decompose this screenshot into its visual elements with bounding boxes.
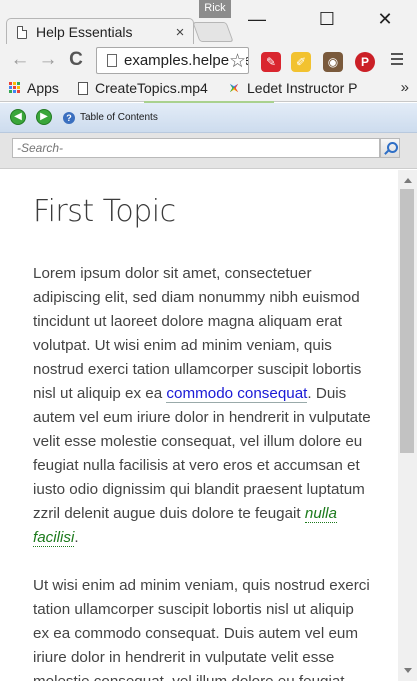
reload-icon[interactable]: C xyxy=(64,48,88,72)
search-bar xyxy=(0,133,417,169)
bookmarks-overflow-icon[interactable]: » xyxy=(401,79,409,96)
adblock-icon[interactable]: ✎ xyxy=(261,52,281,72)
instagram-icon[interactable]: ◉ xyxy=(323,52,343,72)
paragraph-text: . Duis autem vel eum iriure dolor in hen… xyxy=(33,385,371,522)
apps-grid-icon xyxy=(9,82,21,94)
toc-link[interactable]: Table of Contents xyxy=(80,112,158,123)
minimize-button[interactable]: — xyxy=(234,0,280,38)
browser-tab[interactable]: Help Essentials × xyxy=(6,18,194,45)
document-icon xyxy=(78,81,88,95)
address-bar[interactable]: examples.helpessentials.com ☆ xyxy=(96,47,249,74)
document-icon xyxy=(17,25,27,39)
bookmark-star-icon[interactable]: ☆ xyxy=(228,50,246,73)
colorful-star-icon xyxy=(228,80,242,96)
help-forward-icon[interactable]: ▶ xyxy=(36,109,52,125)
back-arrow-icon[interactable]: ← xyxy=(8,48,32,72)
bookmark-createtopics[interactable]: CreateTopics.mp4 xyxy=(78,80,208,96)
topic-paragraph-1: Lorem ipsum dolor sit amet, consectetuer… xyxy=(33,262,373,550)
paragraph-end: . xyxy=(74,529,79,546)
tab-title: Help Essentials xyxy=(36,24,133,40)
content-scrollbar[interactable] xyxy=(398,170,417,681)
tab-close-icon[interactable]: × xyxy=(171,24,189,41)
profile-badge[interactable]: Rick xyxy=(199,0,231,18)
bookmarks-bar: Apps CreateTopics.mp4 Ledet Instructor P… xyxy=(0,77,417,102)
toc-help-icon[interactable]: ? xyxy=(63,112,75,124)
bookmark-label: CreateTopics.mp4 xyxy=(95,80,208,96)
commodo-consequat-link[interactable]: commodo consequat xyxy=(166,385,308,403)
scroll-up-icon[interactable] xyxy=(404,178,412,183)
bookmark-apps[interactable]: Apps xyxy=(9,80,59,96)
new-tab-button[interactable] xyxy=(192,22,234,42)
page-title: First Topic xyxy=(33,194,176,229)
scroll-down-icon[interactable] xyxy=(404,668,412,673)
topic-content: First Topic Lorem ipsum dolor sit amet, … xyxy=(0,170,398,681)
notepad-icon[interactable]: ✐ xyxy=(291,52,311,72)
browser-toolbar: ← → C examples.helpessentials.com ☆ ✎ ✐ ◉ P xyxy=(0,44,417,77)
help-toolbar: ◀ ▶ ? Table of Contents xyxy=(0,103,417,133)
help-back-icon[interactable]: ◀ xyxy=(10,109,26,125)
scrollbar-thumb[interactable] xyxy=(400,189,414,453)
search-input[interactable] xyxy=(12,138,380,158)
page-info-icon[interactable] xyxy=(107,54,117,67)
search-magnifier-icon[interactable] xyxy=(380,138,400,158)
bookmark-ledet-instructor[interactable]: Ledet Instructor P xyxy=(228,80,378,96)
maximize-button[interactable]: ☐ xyxy=(304,0,350,38)
paragraph-text: Lorem ipsum dolor sit amet, consectetuer… xyxy=(33,265,362,402)
topic-paragraph-2: Ut wisi enim ad minim veniam, quis nostr… xyxy=(33,577,370,681)
bookmark-apps-label: Apps xyxy=(27,80,59,96)
pinterest-icon[interactable]: P xyxy=(355,52,375,72)
browser-menu-icon[interactable] xyxy=(391,53,403,68)
bookmark-label: Ledet Instructor P xyxy=(247,80,358,96)
close-window-button[interactable]: ✕ xyxy=(362,0,408,38)
forward-arrow-icon[interactable]: → xyxy=(36,48,60,72)
browser-titlebar: Help Essentials × Rick — ☐ ✕ xyxy=(0,0,417,45)
